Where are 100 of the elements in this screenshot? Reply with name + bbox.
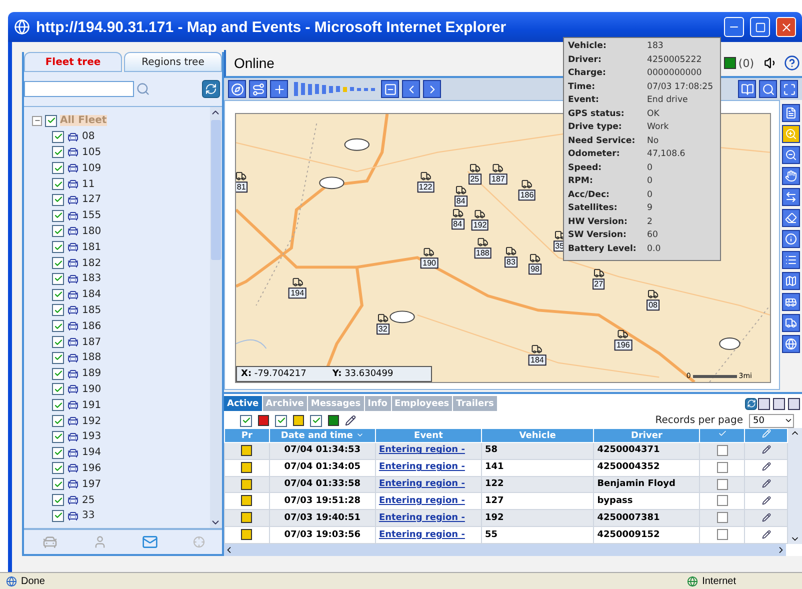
tree-item[interactable]: 197 <box>82 478 102 490</box>
tool-button[interactable] <box>782 314 800 332</box>
left-button[interactable] <box>402 80 420 98</box>
checkbox[interactable] <box>52 225 64 238</box>
vehicle-label[interactable]: 08 <box>646 300 660 311</box>
vehicle-icon[interactable] <box>455 184 466 196</box>
toolbar-button[interactable] <box>780 80 798 98</box>
tree-item[interactable]: 182 <box>82 258 102 269</box>
vehicle-label[interactable]: 184 <box>528 354 546 366</box>
alert-icon[interactable] <box>724 57 736 69</box>
vehicle-icon[interactable] <box>474 208 486 220</box>
checkbox[interactable] <box>52 430 64 443</box>
checkbox[interactable] <box>52 257 64 270</box>
tool-button[interactable] <box>782 209 800 227</box>
window-icon[interactable] <box>758 398 770 410</box>
right-button[interactable] <box>423 80 441 98</box>
tree-item[interactable]: 183 <box>82 273 102 284</box>
tree-item[interactable]: 180 <box>82 226 102 237</box>
vehicle-label[interactable]: 186 <box>518 190 536 201</box>
tree-item[interactable]: 191 <box>82 400 102 411</box>
tool-button[interactable] <box>782 125 800 143</box>
vehicle-icon[interactable] <box>377 313 388 324</box>
checkbox[interactable] <box>52 162 64 174</box>
checkbox[interactable] <box>52 194 64 206</box>
checkbox[interactable] <box>52 272 64 285</box>
tree-item[interactable]: 189 <box>82 368 102 380</box>
tree-item[interactable]: 33 <box>82 510 95 522</box>
tree-item[interactable]: 109 <box>82 162 102 174</box>
vehicle-label[interactable]: 83 <box>504 256 518 268</box>
checkbox[interactable] <box>275 414 287 426</box>
sidebar-tab[interactable]: Fleet tree <box>24 52 122 72</box>
tree-item[interactable]: 194 <box>82 447 102 458</box>
tool-button[interactable] <box>782 167 800 185</box>
checkbox[interactable] <box>52 130 64 143</box>
zoom-slider[interactable] <box>294 82 375 96</box>
vehicle-label[interactable]: 81 <box>236 182 248 193</box>
vehicle-icon[interactable] <box>424 246 435 258</box>
tree-item[interactable]: 193 <box>82 431 102 442</box>
tree-item[interactable]: 181 <box>82 242 102 253</box>
vehicle-label[interactable]: 25 <box>468 174 482 185</box>
tool-button[interactable] <box>782 146 800 164</box>
refresh-button[interactable] <box>202 80 220 98</box>
vehicle-icon[interactable] <box>452 207 464 218</box>
sidebar-tab[interactable]: Regions tree <box>124 52 222 72</box>
checkbox[interactable] <box>52 415 64 428</box>
tree-item[interactable]: 105 <box>82 146 102 158</box>
tree-item[interactable]: 188 <box>82 352 102 364</box>
zoom-in-button[interactable] <box>270 80 288 98</box>
checkbox[interactable] <box>716 512 728 524</box>
tool-button[interactable] <box>782 272 800 290</box>
vehicle-label[interactable]: 187 <box>490 174 507 185</box>
vehicle-icon[interactable] <box>292 276 303 288</box>
vehicle-icon[interactable] <box>236 170 247 182</box>
tree-item[interactable]: 08 <box>82 131 95 142</box>
checkbox[interactable] <box>716 529 728 540</box>
tree-item[interactable]: 155 <box>82 210 102 222</box>
tool-button[interactable] <box>782 293 800 311</box>
checkbox[interactable] <box>716 444 728 456</box>
vehicle-label[interactable]: 194 <box>288 287 306 298</box>
refresh-button[interactable] <box>745 398 757 410</box>
checkbox[interactable] <box>716 478 728 490</box>
checkbox[interactable] <box>52 399 64 412</box>
tool-button[interactable] <box>782 104 800 122</box>
maximize-button[interactable] <box>750 17 770 37</box>
checkbox[interactable] <box>52 304 64 316</box>
vehicle-icon[interactable] <box>492 162 504 174</box>
vehicle-icon[interactable] <box>532 344 543 355</box>
scrollbar[interactable] <box>210 107 222 528</box>
route-button[interactable] <box>249 80 267 98</box>
tool-button[interactable] <box>782 335 800 353</box>
checkbox[interactable] <box>52 336 64 348</box>
vehicle-icon[interactable] <box>618 329 629 340</box>
checkbox[interactable] <box>52 462 64 474</box>
close-button[interactable] <box>776 17 796 37</box>
window-icon[interactable] <box>788 398 800 410</box>
checkbox[interactable] <box>52 320 64 332</box>
edit-icon[interactable] <box>762 512 771 522</box>
vehicle-icon[interactable] <box>522 179 532 190</box>
tree-item[interactable]: 196 <box>82 462 102 474</box>
checkbox[interactable] <box>310 414 322 426</box>
tool-button[interactable] <box>782 230 800 248</box>
edit-icon[interactable] <box>345 415 356 426</box>
vehicle-icon[interactable] <box>530 252 541 264</box>
checkbox[interactable] <box>52 383 64 396</box>
vehicle-label[interactable]: 196 <box>614 340 632 352</box>
checkbox[interactable] <box>52 368 64 380</box>
checkbox[interactable] <box>52 210 64 222</box>
tree-item[interactable]: 192 <box>82 416 102 427</box>
vehicle-icon[interactable] <box>420 170 432 182</box>
help-icon[interactable] <box>784 55 800 71</box>
records-select[interactable]: 50 <box>749 414 794 428</box>
vehicle-label[interactable]: 122 <box>416 182 434 193</box>
vehicle-icon[interactable] <box>593 267 604 278</box>
tree-item[interactable]: 127 <box>82 194 102 206</box>
tree-item[interactable]: 187 <box>82 336 102 348</box>
events-tab[interactable]: Active <box>224 396 262 411</box>
checkbox[interactable] <box>716 462 728 473</box>
edit-icon[interactable] <box>762 479 771 488</box>
checkbox[interactable] <box>52 494 64 506</box>
vehicle-icon[interactable] <box>477 236 488 248</box>
